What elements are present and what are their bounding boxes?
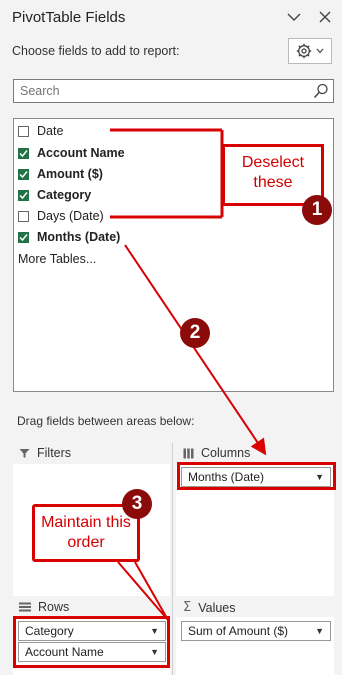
filters-header: Filters (19, 446, 71, 460)
choose-fields-label: Choose fields to add to report: (12, 44, 180, 58)
close-icon (319, 11, 331, 23)
columns-header: Columns (183, 446, 250, 460)
filters-label: Filters (37, 446, 72, 460)
field-date[interactable]: Date (18, 122, 63, 140)
chevron-down-icon[interactable]: ▼ (315, 626, 324, 636)
rows-highlight (13, 616, 170, 668)
step-badge-1: 1 (302, 195, 332, 225)
values-field-pill[interactable]: Sum of Amount ($) ▼ (181, 621, 331, 641)
columns-highlight (177, 462, 336, 490)
sigma-icon: Σ (183, 600, 192, 615)
columns-icon (183, 448, 194, 458)
field-checkbox[interactable] (18, 168, 29, 180)
search-icon[interactable] (313, 83, 329, 99)
field-checkbox[interactable] (18, 147, 29, 159)
filter-icon (19, 448, 30, 458)
values-header: Σ Values (183, 600, 236, 615)
values-label: Values (198, 600, 236, 615)
maintain-callout-text: Maintain this order (41, 514, 131, 551)
field-months[interactable]: Months (Date) (18, 228, 120, 246)
search-input[interactable] (14, 80, 306, 102)
rows-header: Rows (19, 600, 69, 614)
field-label: Date (37, 124, 64, 138)
field-label: Account Name (37, 146, 125, 160)
field-checkbox[interactable] (18, 210, 29, 222)
field-label: Months (Date) (37, 230, 121, 244)
field-account-name[interactable]: Account Name (18, 144, 125, 162)
field-checkbox[interactable] (18, 189, 29, 201)
field-label: Category (37, 188, 92, 202)
deselect-callout-text: Deselect these (241, 154, 305, 191)
drag-hint: Drag fields between areas below: (17, 414, 195, 428)
close-button[interactable] (314, 6, 336, 28)
field-checkbox[interactable] (18, 231, 29, 243)
pill-label: Sum of Amount ($) (188, 624, 289, 638)
field-category[interactable]: Category (18, 186, 91, 204)
search-box[interactable] (13, 79, 334, 103)
field-amount[interactable]: Amount ($) (18, 165, 103, 183)
step-badge-3: 3 (122, 489, 152, 519)
columns-label: Columns (201, 446, 251, 460)
more-tables-link[interactable]: More Tables... (18, 252, 96, 266)
collapse-button[interactable] (283, 6, 305, 28)
field-label: Days (Date) (37, 209, 104, 223)
area-divider (172, 443, 173, 675)
field-checkbox[interactable] (18, 125, 29, 137)
tools-button[interactable] (288, 38, 332, 64)
rows-icon (19, 602, 31, 612)
chevron-down-icon (316, 48, 324, 54)
field-label: Amount ($) (37, 167, 103, 181)
step-badge-2: 2 (180, 318, 210, 348)
gear-icon (296, 43, 312, 59)
chevron-down-icon (287, 13, 301, 21)
rows-label: Rows (38, 600, 70, 614)
field-days[interactable]: Days (Date) (18, 207, 104, 225)
panel-title: PivotTable Fields (12, 9, 126, 26)
